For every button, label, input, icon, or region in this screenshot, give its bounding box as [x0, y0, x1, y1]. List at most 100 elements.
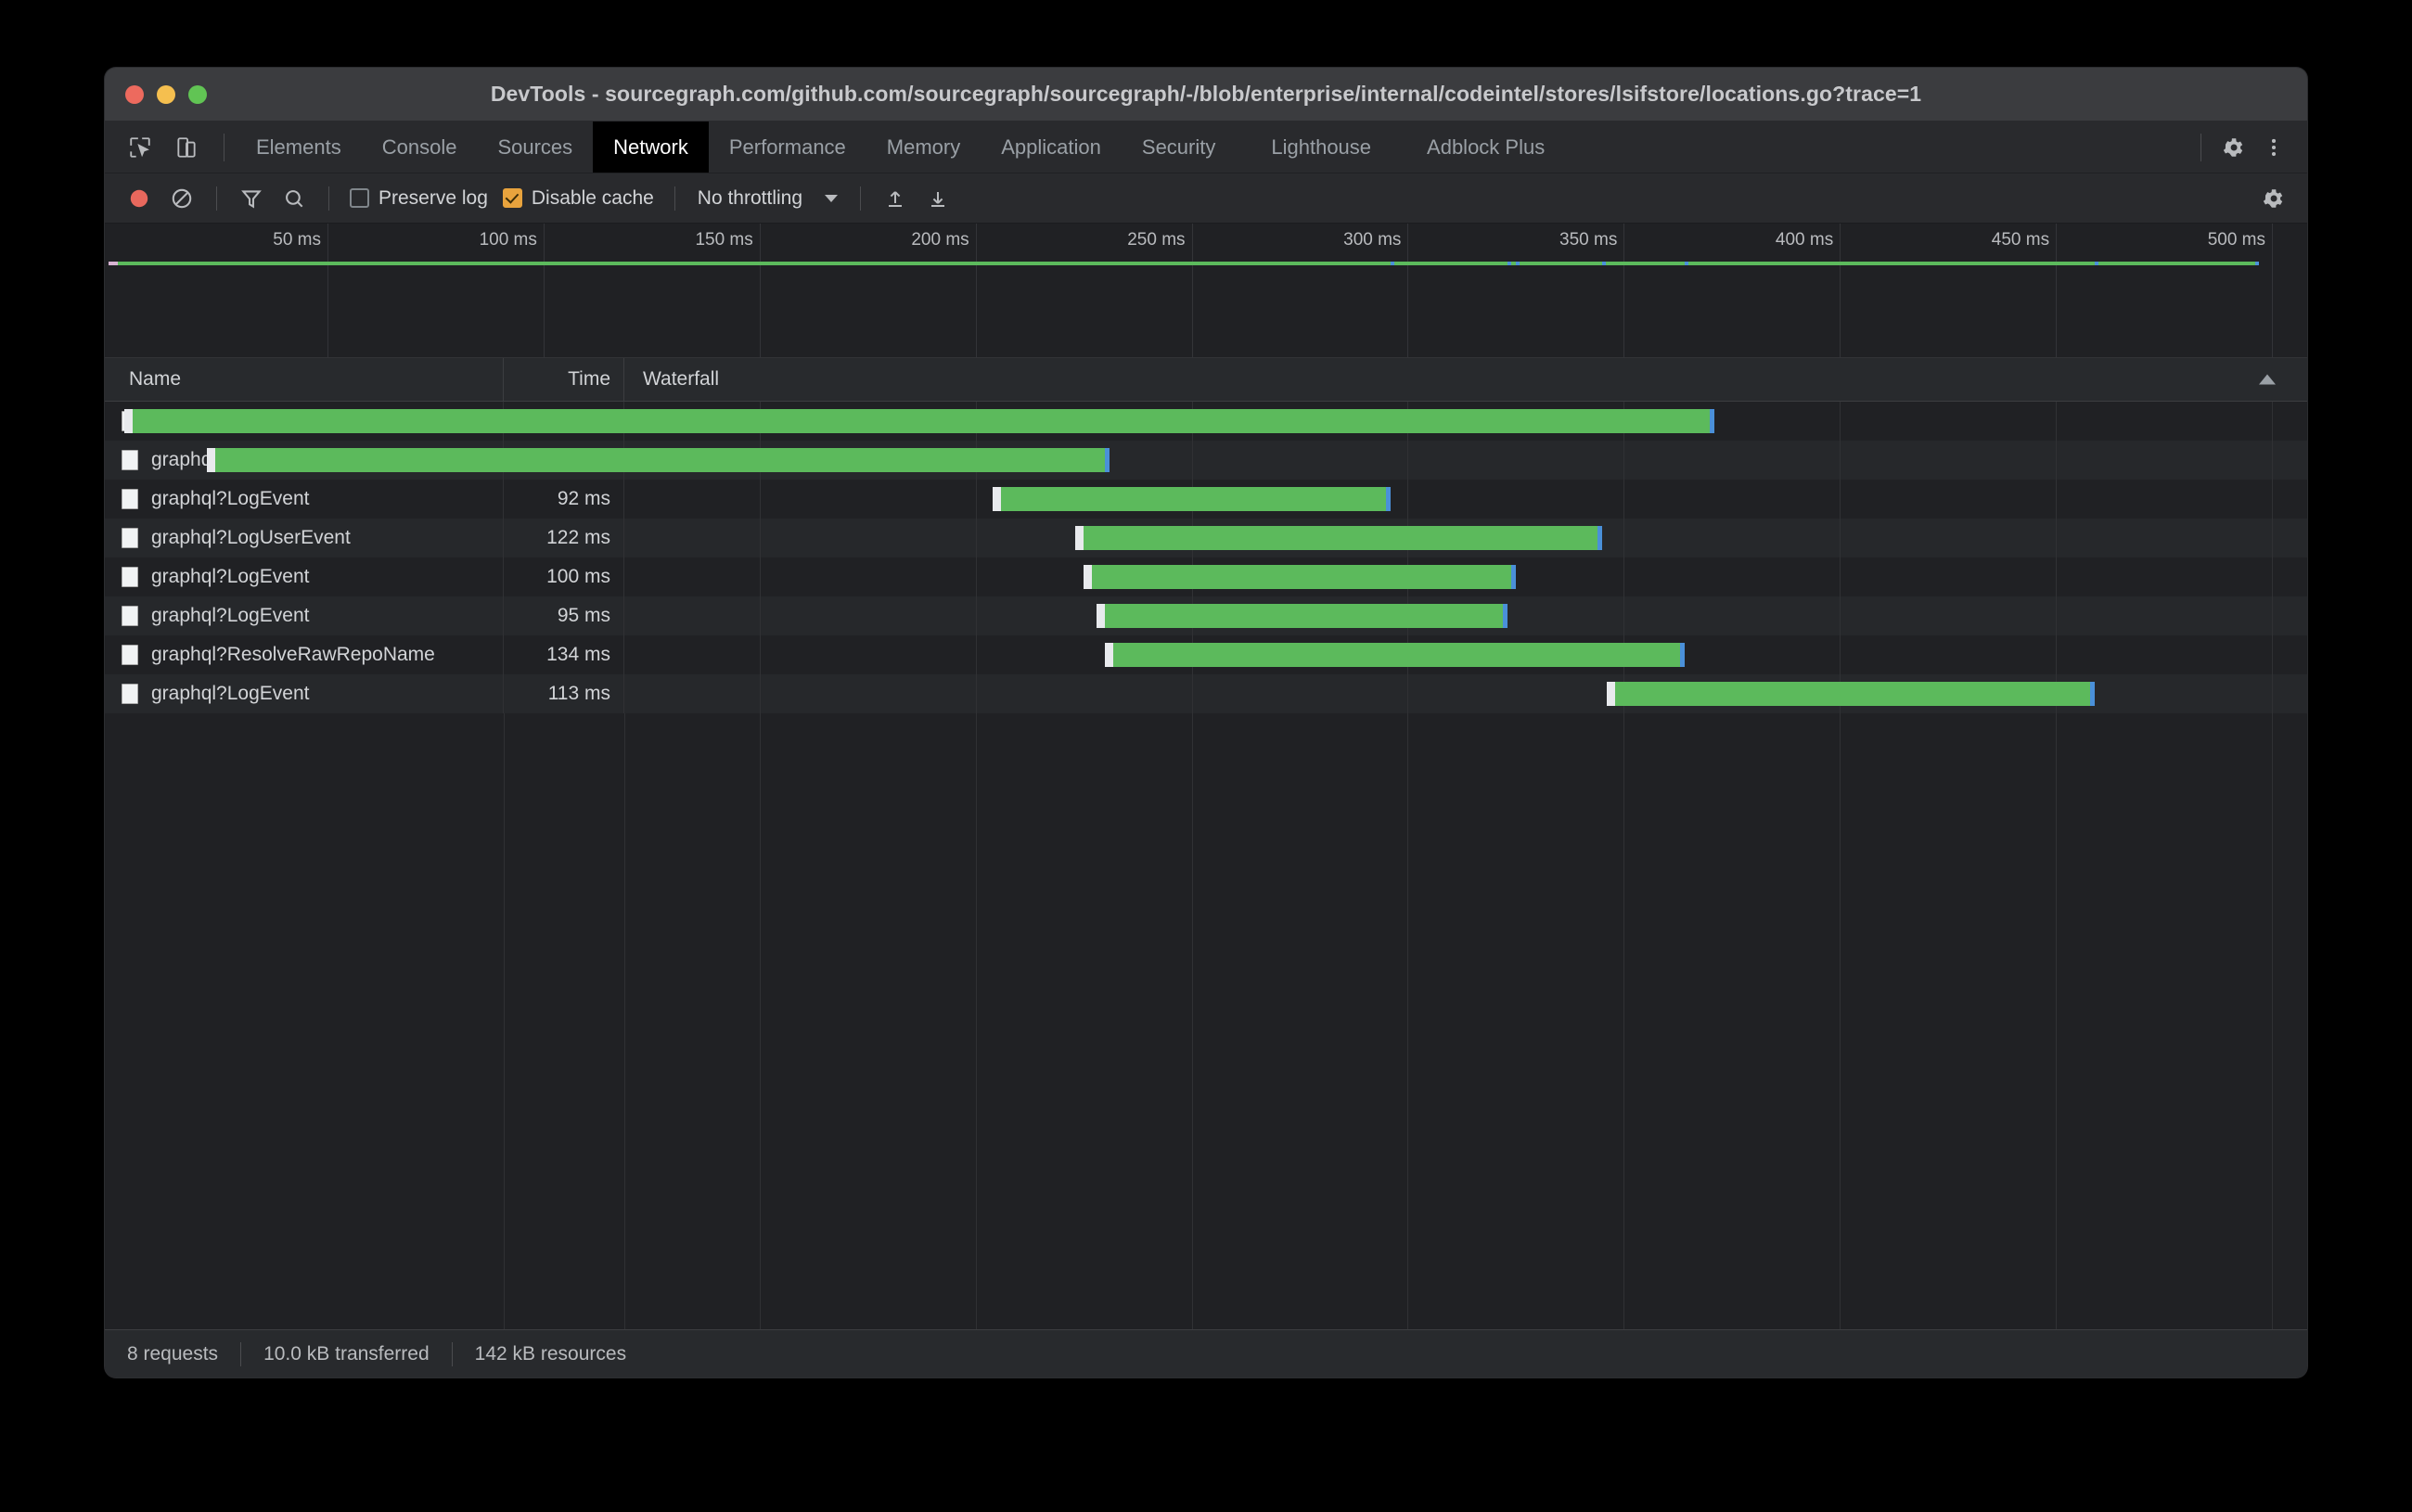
- tab-performance[interactable]: Performance: [709, 122, 866, 173]
- column-header-waterfall[interactable]: Waterfall: [624, 358, 2307, 401]
- waterfall-bar[interactable]: [1105, 643, 1685, 667]
- ruler-tick-label: 250 ms: [1127, 230, 1186, 250]
- request-waterfall-cell[interactable]: [206, 441, 2307, 480]
- waterfall-bar[interactable]: [1074, 526, 1603, 550]
- waterfall-gridline: [2272, 713, 2273, 1329]
- overview-band-request-marker: [1515, 262, 1520, 265]
- waterfall-empty-area: [624, 713, 2307, 1329]
- import-har-icon[interactable]: [876, 179, 915, 218]
- tool-tabs: Elements Console Sources Network Perform…: [236, 122, 1565, 173]
- kebab-menu-icon[interactable]: [2253, 127, 2294, 168]
- waterfall-bar-download-segment: [1001, 487, 1386, 511]
- waterfall-bar[interactable]: [1606, 682, 2096, 706]
- waterfall-bar[interactable]: [993, 487, 1391, 511]
- tab-application[interactable]: Application: [981, 122, 1122, 173]
- request-waterfall-cell[interactable]: [624, 674, 2307, 713]
- waterfall-gridline: [2056, 402, 2058, 441]
- request-time-cell: 134 ms: [504, 635, 624, 674]
- waterfall-gridline: [2272, 441, 2273, 480]
- tab-memory[interactable]: Memory: [866, 122, 981, 173]
- table-row[interactable]: graphql?ResolveRawRepoName 134 ms: [105, 635, 2307, 674]
- request-name-cell[interactable]: graphql?ResolveRawRepoName: [105, 635, 504, 674]
- table-row[interactable]: graphql?LogEvent 100 ms: [105, 557, 2307, 596]
- waterfall-gridline: [1407, 713, 1409, 1329]
- waterfall-gridline: [1191, 441, 1193, 480]
- table-row[interactable]: graphql?Ranges368 ms: [105, 402, 2307, 441]
- close-window-button[interactable]: [125, 84, 144, 104]
- request-waterfall-cell[interactable]: [624, 635, 2307, 674]
- preserve-log-checkbox-box[interactable]: [350, 188, 369, 208]
- minimize-window-button[interactable]: [157, 84, 175, 104]
- ruler-tick-label: 100 ms: [479, 230, 537, 250]
- request-waterfall-cell[interactable]: [124, 402, 2307, 441]
- record-button-icon[interactable]: [120, 179, 159, 218]
- tab-console[interactable]: Console: [362, 122, 478, 173]
- table-row[interactable]: graphql?DefinitionAndHover209 ms: [105, 441, 2307, 480]
- ruler-tick-label: 50 ms: [273, 230, 321, 250]
- disable-cache-checkbox-box[interactable]: [502, 188, 522, 208]
- waterfall-bar[interactable]: [206, 448, 1110, 472]
- column-header-time[interactable]: Time: [504, 358, 624, 401]
- window-title: DevTools - sourcegraph.com/github.com/so…: [490, 82, 1922, 106]
- table-row[interactable]: graphql?LogEvent 92 ms: [105, 480, 2307, 519]
- column-header-name[interactable]: Name: [105, 358, 504, 401]
- tab-network[interactable]: Network: [593, 122, 709, 173]
- network-overview[interactable]: 50 ms 100 ms 150 ms 200 ms 250 ms 300 ms 350 m…: [105, 224, 2307, 358]
- waterfall-gridline: [2056, 441, 2058, 480]
- export-har-icon[interactable]: [918, 179, 957, 218]
- request-name-cell[interactable]: graphql?LogEvent: [105, 674, 504, 713]
- waterfall-bar[interactable]: [1084, 565, 1516, 589]
- document-file-icon: [122, 528, 138, 548]
- gear-icon[interactable]: [2213, 127, 2253, 168]
- request-name-cell[interactable]: graphql?LogEvent: [105, 480, 504, 519]
- tab-lighthouse[interactable]: Lighthouse: [1251, 122, 1392, 173]
- waterfall-bar-end-marker: [1502, 604, 1508, 628]
- tab-adblock-plus[interactable]: Adblock Plus: [1406, 122, 1565, 173]
- requests-table-body[interactable]: graphql?Ranges368 msgraphql?DefinitionAn…: [105, 402, 2307, 1329]
- waterfall-bar-end-marker: [1710, 409, 1715, 433]
- waterfall-bar[interactable]: [124, 409, 1715, 433]
- tab-elements[interactable]: Elements: [236, 122, 362, 173]
- ruler-gridline: [543, 224, 545, 358]
- preserve-log-label: Preserve log: [378, 186, 488, 209]
- request-name-cell[interactable]: graphql?LogEvent: [105, 596, 504, 635]
- ruler-tick-label: 200 ms: [911, 230, 969, 250]
- request-waterfall-cell[interactable]: [624, 480, 2307, 519]
- ruler-gridline: [1840, 224, 1841, 358]
- tab-sources[interactable]: Sources: [477, 122, 593, 173]
- request-name-cell[interactable]: graphql?LogUserEvent: [105, 519, 504, 557]
- search-icon[interactable]: [275, 179, 314, 218]
- inspect-element-icon[interactable]: [120, 127, 160, 168]
- request-waterfall-cell[interactable]: [624, 557, 2307, 596]
- chevron-down-icon: [825, 194, 839, 202]
- waterfall-gridline: [1623, 480, 1625, 519]
- ruler-tick-label: 150 ms: [695, 230, 753, 250]
- document-file-icon: [122, 606, 138, 626]
- ruler-gridline: [1623, 224, 1625, 358]
- waterfall-gridline: [759, 557, 761, 596]
- waterfall-bar-end-marker: [1510, 565, 1516, 589]
- toolbar-divider-3: [674, 186, 675, 211]
- maximize-window-button[interactable]: [188, 84, 207, 104]
- clear-icon[interactable]: [162, 179, 201, 218]
- throttling-dropdown[interactable]: No throttling: [690, 187, 845, 210]
- preserve-log-checkbox[interactable]: Preserve log: [344, 187, 494, 210]
- table-row[interactable]: graphql?LogEvent 113 ms: [105, 674, 2307, 713]
- disable-cache-checkbox[interactable]: Disable cache: [497, 187, 660, 210]
- request-waterfall-cell[interactable]: [624, 596, 2307, 635]
- network-settings-gear-icon[interactable]: [2253, 179, 2292, 218]
- waterfall-gridline: [2056, 596, 2058, 635]
- table-row[interactable]: graphql?LogEvent 95 ms: [105, 596, 2307, 635]
- table-row[interactable]: graphql?LogUserEvent 122 ms: [105, 519, 2307, 557]
- tab-security[interactable]: Security: [1122, 122, 1236, 173]
- device-toolbar-icon[interactable]: [166, 127, 207, 168]
- status-transferred: 10.0 kB transferred: [263, 1342, 430, 1365]
- request-waterfall-cell[interactable]: [624, 519, 2307, 557]
- filter-funnel-icon[interactable]: [232, 179, 271, 218]
- request-name-cell[interactable]: graphql?LogEvent: [105, 557, 504, 596]
- document-file-icon: [122, 645, 138, 665]
- waterfall-gridline: [1407, 480, 1409, 519]
- ruler-gridline: [1407, 224, 1409, 358]
- waterfall-bar[interactable]: [1097, 604, 1508, 628]
- status-resources: 142 kB resources: [474, 1342, 627, 1365]
